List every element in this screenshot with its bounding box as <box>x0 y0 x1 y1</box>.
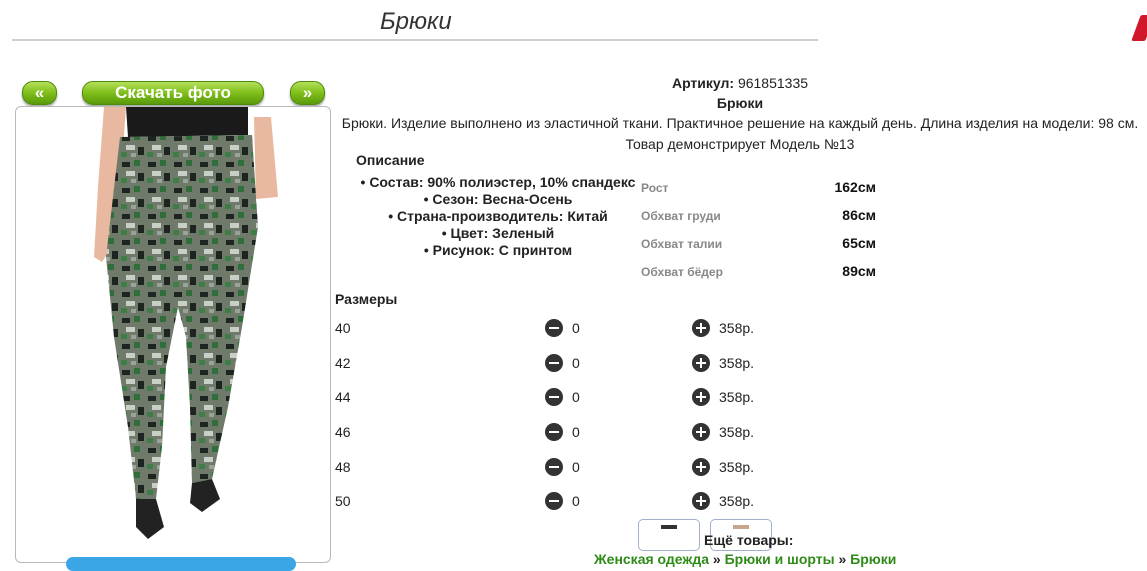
increase-quantity-icon[interactable] <box>692 354 710 372</box>
decrease-quantity-icon[interactable] <box>545 388 563 406</box>
decrease-quantity-icon[interactable] <box>545 423 563 441</box>
measurement-value: 89см <box>842 263 876 279</box>
article-label: Артикул: <box>671 75 735 91</box>
feature-item: • Страна-производитель: Китай <box>388 208 608 224</box>
more-products-label: Ещё товары: <box>704 532 794 548</box>
breadcrumb-separator: » <box>838 551 847 567</box>
feature-item: • Сезон: Весна-Осень <box>423 191 573 207</box>
title-divider <box>12 39 818 41</box>
size-row: 46 0 358р. <box>335 423 785 444</box>
price-value: 358р. <box>719 355 755 371</box>
article-value: 961851335 <box>737 75 809 91</box>
pants-photo-icon <box>94 107 278 539</box>
measurement-label: Обхват груди <box>641 209 721 223</box>
size-label: 48 <box>335 459 351 475</box>
quantity-value: 0 <box>572 493 580 509</box>
quantity-value: 0 <box>572 459 580 475</box>
photo-scroll-bar[interactable] <box>66 557 296 571</box>
measurement-label: Обхват талии <box>641 237 723 251</box>
quantity-value: 0 <box>572 424 580 440</box>
measurement-label: Рост <box>641 181 669 195</box>
price-value: 358р. <box>719 424 755 440</box>
size-label: 46 <box>335 424 351 440</box>
decrease-quantity-icon[interactable] <box>545 354 563 372</box>
breadcrumb-link[interactable]: Брюки и шорты <box>725 551 835 567</box>
increase-quantity-icon[interactable] <box>692 388 710 406</box>
model-note: Товар демонстрирует Модель №13 <box>625 136 855 152</box>
price-value: 358р. <box>719 459 755 475</box>
feature-item: • Цвет: Зеленый <box>441 225 555 241</box>
product-name: Брюки <box>716 95 764 111</box>
price-value: 358р. <box>719 389 755 405</box>
breadcrumb-separator: » <box>712 551 721 567</box>
product-photo[interactable] <box>15 106 331 563</box>
size-label: 40 <box>335 320 351 336</box>
related-thumbnail[interactable] <box>638 519 700 551</box>
price-value: 358р. <box>719 493 755 509</box>
breadcrumb-link[interactable]: Брюки <box>850 551 896 567</box>
measurement-row: Обхват бёдер 89см <box>641 263 881 279</box>
measurement-row: Обхват талии 65см <box>641 235 881 251</box>
quantity-value: 0 <box>572 355 580 371</box>
corner-ribbon-icon <box>1131 15 1147 41</box>
decrease-quantity-icon[interactable] <box>545 458 563 476</box>
measurement-label: Обхват бёдер <box>641 265 723 279</box>
breadcrumb: Женская одежда » Брюки и шорты » Брюки <box>594 551 896 567</box>
size-row: 50 0 358р. <box>335 492 785 513</box>
product-description: Брюки. Изделие выполнено из эластичной т… <box>341 115 1139 131</box>
size-row: 40 0 358р. <box>335 319 785 340</box>
measurement-row: Обхват груди 86см <box>641 207 881 223</box>
price-value: 358р. <box>719 320 755 336</box>
quantity-value: 0 <box>572 320 580 336</box>
quantity-value: 0 <box>572 389 580 405</box>
size-row: 42 0 358р. <box>335 354 785 375</box>
increase-quantity-icon[interactable] <box>692 492 710 510</box>
page-title: Брюки <box>380 8 452 35</box>
size-label: 50 <box>335 493 351 509</box>
size-row: 48 0 358р. <box>335 458 785 479</box>
measurement-value: 162см <box>834 179 876 195</box>
prev-photo-button[interactable]: « <box>22 81 57 105</box>
description-heading: Описание <box>356 152 425 168</box>
feature-item: • Состав: 90% полиэстер, 10% спандекс <box>360 174 636 190</box>
size-label: 42 <box>335 355 351 371</box>
increase-quantity-icon[interactable] <box>692 458 710 476</box>
download-photo-button[interactable]: Скачать фото <box>82 81 264 105</box>
size-label: 44 <box>335 389 351 405</box>
feature-list: • Состав: 90% полиэстер, 10% спандекс • … <box>333 174 663 259</box>
increase-quantity-icon[interactable] <box>692 319 710 337</box>
article-line: Артикул: 961851335 <box>333 75 1147 91</box>
next-photo-button[interactable]: » <box>290 81 325 105</box>
measurement-row: Рост 162см <box>641 179 881 195</box>
measurement-value: 86см <box>842 207 876 223</box>
sizes-heading: Размеры <box>335 291 398 307</box>
size-row: 44 0 358р. <box>335 388 785 409</box>
increase-quantity-icon[interactable] <box>692 423 710 441</box>
decrease-quantity-icon[interactable] <box>545 319 563 337</box>
measurement-value: 65см <box>842 235 876 251</box>
decrease-quantity-icon[interactable] <box>545 492 563 510</box>
breadcrumb-link[interactable]: Женская одежда <box>594 551 709 567</box>
feature-item: • Рисунок: С принтом <box>423 242 573 258</box>
